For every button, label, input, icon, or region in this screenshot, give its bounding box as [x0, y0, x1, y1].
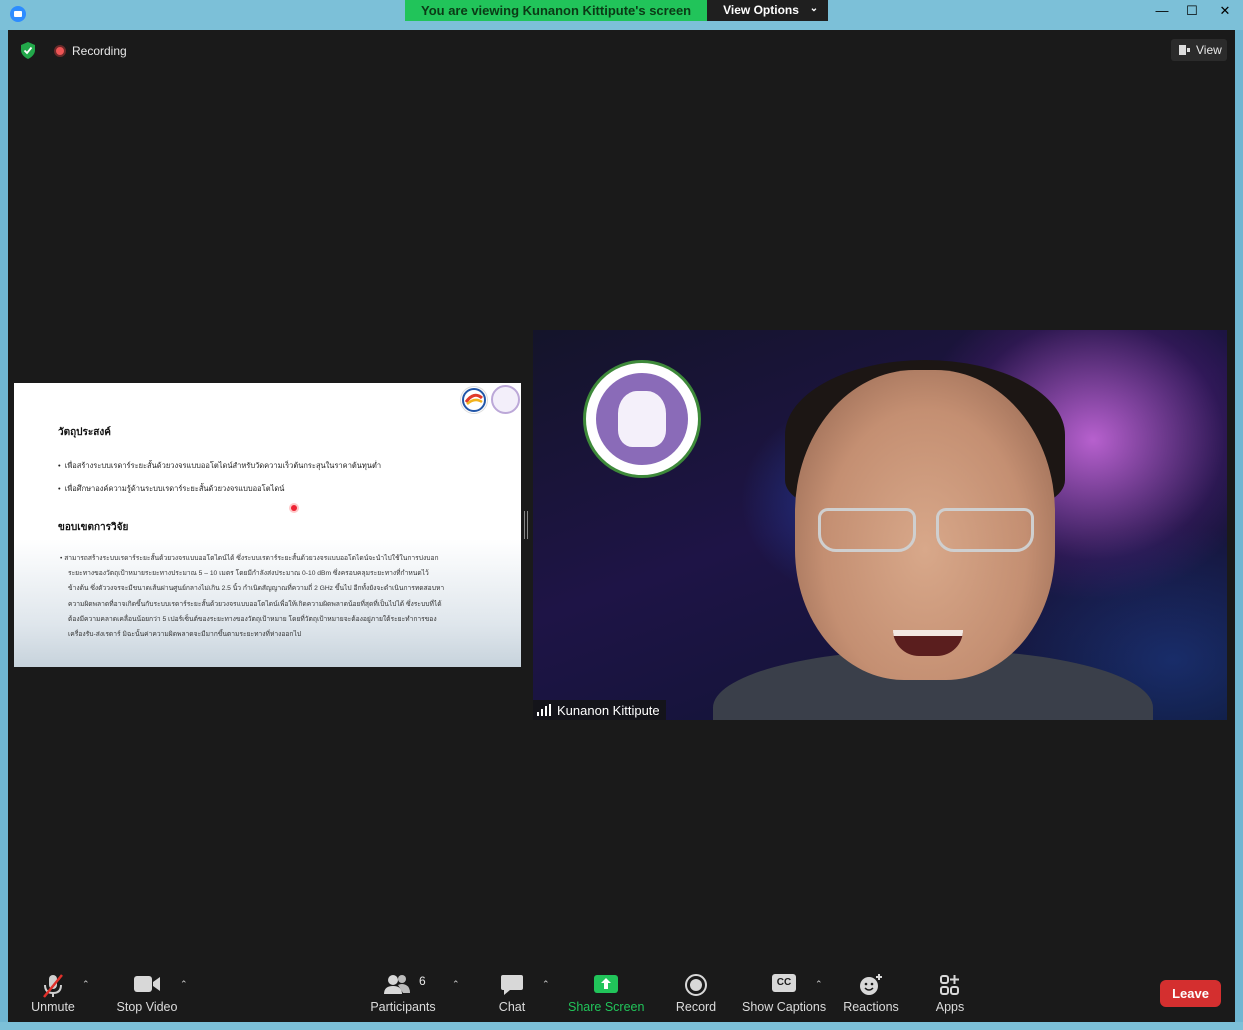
record-dot-icon — [54, 45, 66, 57]
apps-button[interactable]: Apps — [932, 963, 968, 1022]
show-captions-button[interactable]: CC Show Captions — [742, 963, 826, 1022]
video-options-caret[interactable]: ⌃ — [180, 979, 188, 990]
objective-item: • เพื่อศึกษาองค์ความรู้ด้านระบบเรดาร์ระย… — [58, 484, 285, 493]
view-options-button[interactable]: View Options ⌄ — [707, 0, 829, 21]
meeting-toolbar: Unmute ⌃ Stop Video ⌃ 6 Participants ⌃ C… — [8, 963, 1235, 1022]
smiley-add-icon — [860, 974, 882, 995]
signal-strength-icon — [537, 704, 551, 716]
zoom-app-icon — [10, 6, 26, 22]
apps-label: Apps — [935, 1000, 965, 1014]
stop-video-label: Stop Video — [116, 1000, 178, 1014]
participants-button[interactable]: 6 Participants — [368, 963, 438, 1022]
scope-paragraph: • สามารถสร้างระบบเรดาร์ระยะสั้นด้วยวงจรแ… — [60, 551, 478, 642]
chat-icon — [501, 975, 523, 995]
maximize-button[interactable]: ☐ — [1177, 0, 1207, 22]
left-lens — [818, 508, 916, 552]
chat-label: Chat — [498, 1000, 526, 1014]
speaker-glasses — [818, 508, 1038, 552]
emblem-ring — [596, 373, 688, 465]
objective-text: เพื่อศึกษาองค์ความรู้ด้านระบบเรดาร์ระยะส… — [64, 484, 285, 493]
participant-name: Kunanon Kittipute — [557, 702, 660, 718]
view-button[interactable]: View — [1171, 39, 1227, 61]
share-screen-button[interactable]: Share Screen — [568, 963, 644, 1022]
layout-icon — [1179, 45, 1190, 55]
chevron-down-icon: ⌄ — [809, 3, 819, 14]
unmute-button[interactable]: Unmute — [26, 963, 80, 1022]
minimize-button[interactable]: — — [1147, 0, 1177, 22]
participant-name-tag: Kunanon Kittipute — [533, 700, 666, 720]
close-button[interactable]: ✕ — [1207, 0, 1243, 22]
screen-share-banner: You are viewing Kunanon Kittipute's scre… — [405, 0, 829, 21]
scope-line: • สามารถสร้างระบบเรดาร์ระยะสั้นด้วยวงจรแ… — [60, 555, 439, 562]
recording-indicator[interactable]: Recording — [54, 42, 127, 60]
laser-pointer — [291, 505, 297, 511]
organization-logo — [460, 386, 488, 414]
scope-line: เครื่องรับ-ส่งเรดาร์ มิฉะนั้นค่าความผิดพ… — [68, 631, 302, 639]
scope-line: ระยะทางของวัตถุเป้าหมายระยะทางประมาณ 5 –… — [68, 570, 429, 578]
participants-options-caret[interactable]: ⌃ — [452, 979, 460, 990]
audio-options-caret[interactable]: ⌃ — [82, 979, 90, 990]
record-icon — [685, 974, 707, 996]
window-controls: — ☐ ✕ — [1147, 0, 1243, 22]
captions-options-caret[interactable]: ⌃ — [815, 979, 823, 990]
right-lens — [936, 508, 1034, 552]
scope-heading: ขอบเขตการวิจัย — [58, 522, 129, 533]
chat-button[interactable]: Chat — [492, 963, 532, 1022]
participant-video-tile[interactable]: Kunanon Kittipute — [533, 330, 1227, 720]
stop-video-button[interactable]: Stop Video — [112, 963, 182, 1022]
reactions-button[interactable]: Reactions — [842, 963, 900, 1022]
view-label: View — [1196, 43, 1222, 57]
view-options-label: View Options — [723, 3, 799, 17]
participants-icon — [384, 975, 410, 994]
recording-label: Recording — [72, 44, 127, 58]
university-seal-logo — [491, 385, 520, 414]
meeting-area: Recording View วัตถุประสงค์ • เพื่อสร้าง… — [8, 30, 1235, 963]
share-screen-label: Share Screen — [568, 1000, 645, 1014]
split-view-handle[interactable] — [524, 511, 528, 539]
microphone-muted-icon — [43, 974, 63, 998]
scope-line: ต้องมีความคลาดเคลื่อนน้อยกว่า 5 เปอร์เซ็… — [68, 615, 437, 623]
window-bottom-border — [0, 1022, 1243, 1030]
unmute-label: Unmute — [31, 1000, 75, 1014]
shield-icon[interactable] — [20, 42, 36, 59]
show-captions-label: Show Captions — [742, 1000, 827, 1014]
window-titlebar: You are viewing Kunanon Kittipute's scre… — [0, 0, 1243, 30]
objectives-heading: วัตถุประสงค์ — [58, 427, 111, 438]
scope-line: ความผิดพลาดที่อาจเกิดขึ้นกับระบบเรดาร์ระ… — [68, 600, 442, 608]
chat-options-caret[interactable]: ⌃ — [542, 979, 550, 990]
record-button[interactable]: Record — [672, 963, 720, 1022]
record-label: Record — [675, 1000, 717, 1014]
elephant-emblem — [618, 391, 666, 447]
viewing-screen-text: You are viewing Kunanon Kittipute's scre… — [405, 0, 708, 21]
closed-captions-icon: CC — [772, 974, 796, 992]
reactions-label: Reactions — [843, 1000, 899, 1014]
apps-icon — [940, 975, 959, 995]
participants-count: 6 — [419, 974, 426, 988]
shared-screen[interactable]: วัตถุประสงค์ • เพื่อสร้างระบบเรดาร์ระยะส… — [14, 383, 521, 667]
objective-item: • เพื่อสร้างระบบเรดาร์ระยะสั้นด้วยวงจรแบ… — [58, 461, 382, 470]
scope-line: ข้างต้น ซึ่งตัววงจรจะมีขนาดเส้นผ่านศูนย์… — [68, 585, 445, 593]
share-screen-icon — [594, 975, 618, 993]
participants-label: Participants — [370, 1000, 436, 1014]
university-emblem — [583, 360, 701, 478]
video-camera-icon — [134, 976, 160, 992]
leave-button[interactable]: Leave — [1160, 980, 1221, 1007]
objective-text: เพื่อสร้างระบบเรดาร์ระยะสั้นด้วยวงจรแบบอ… — [64, 461, 382, 470]
